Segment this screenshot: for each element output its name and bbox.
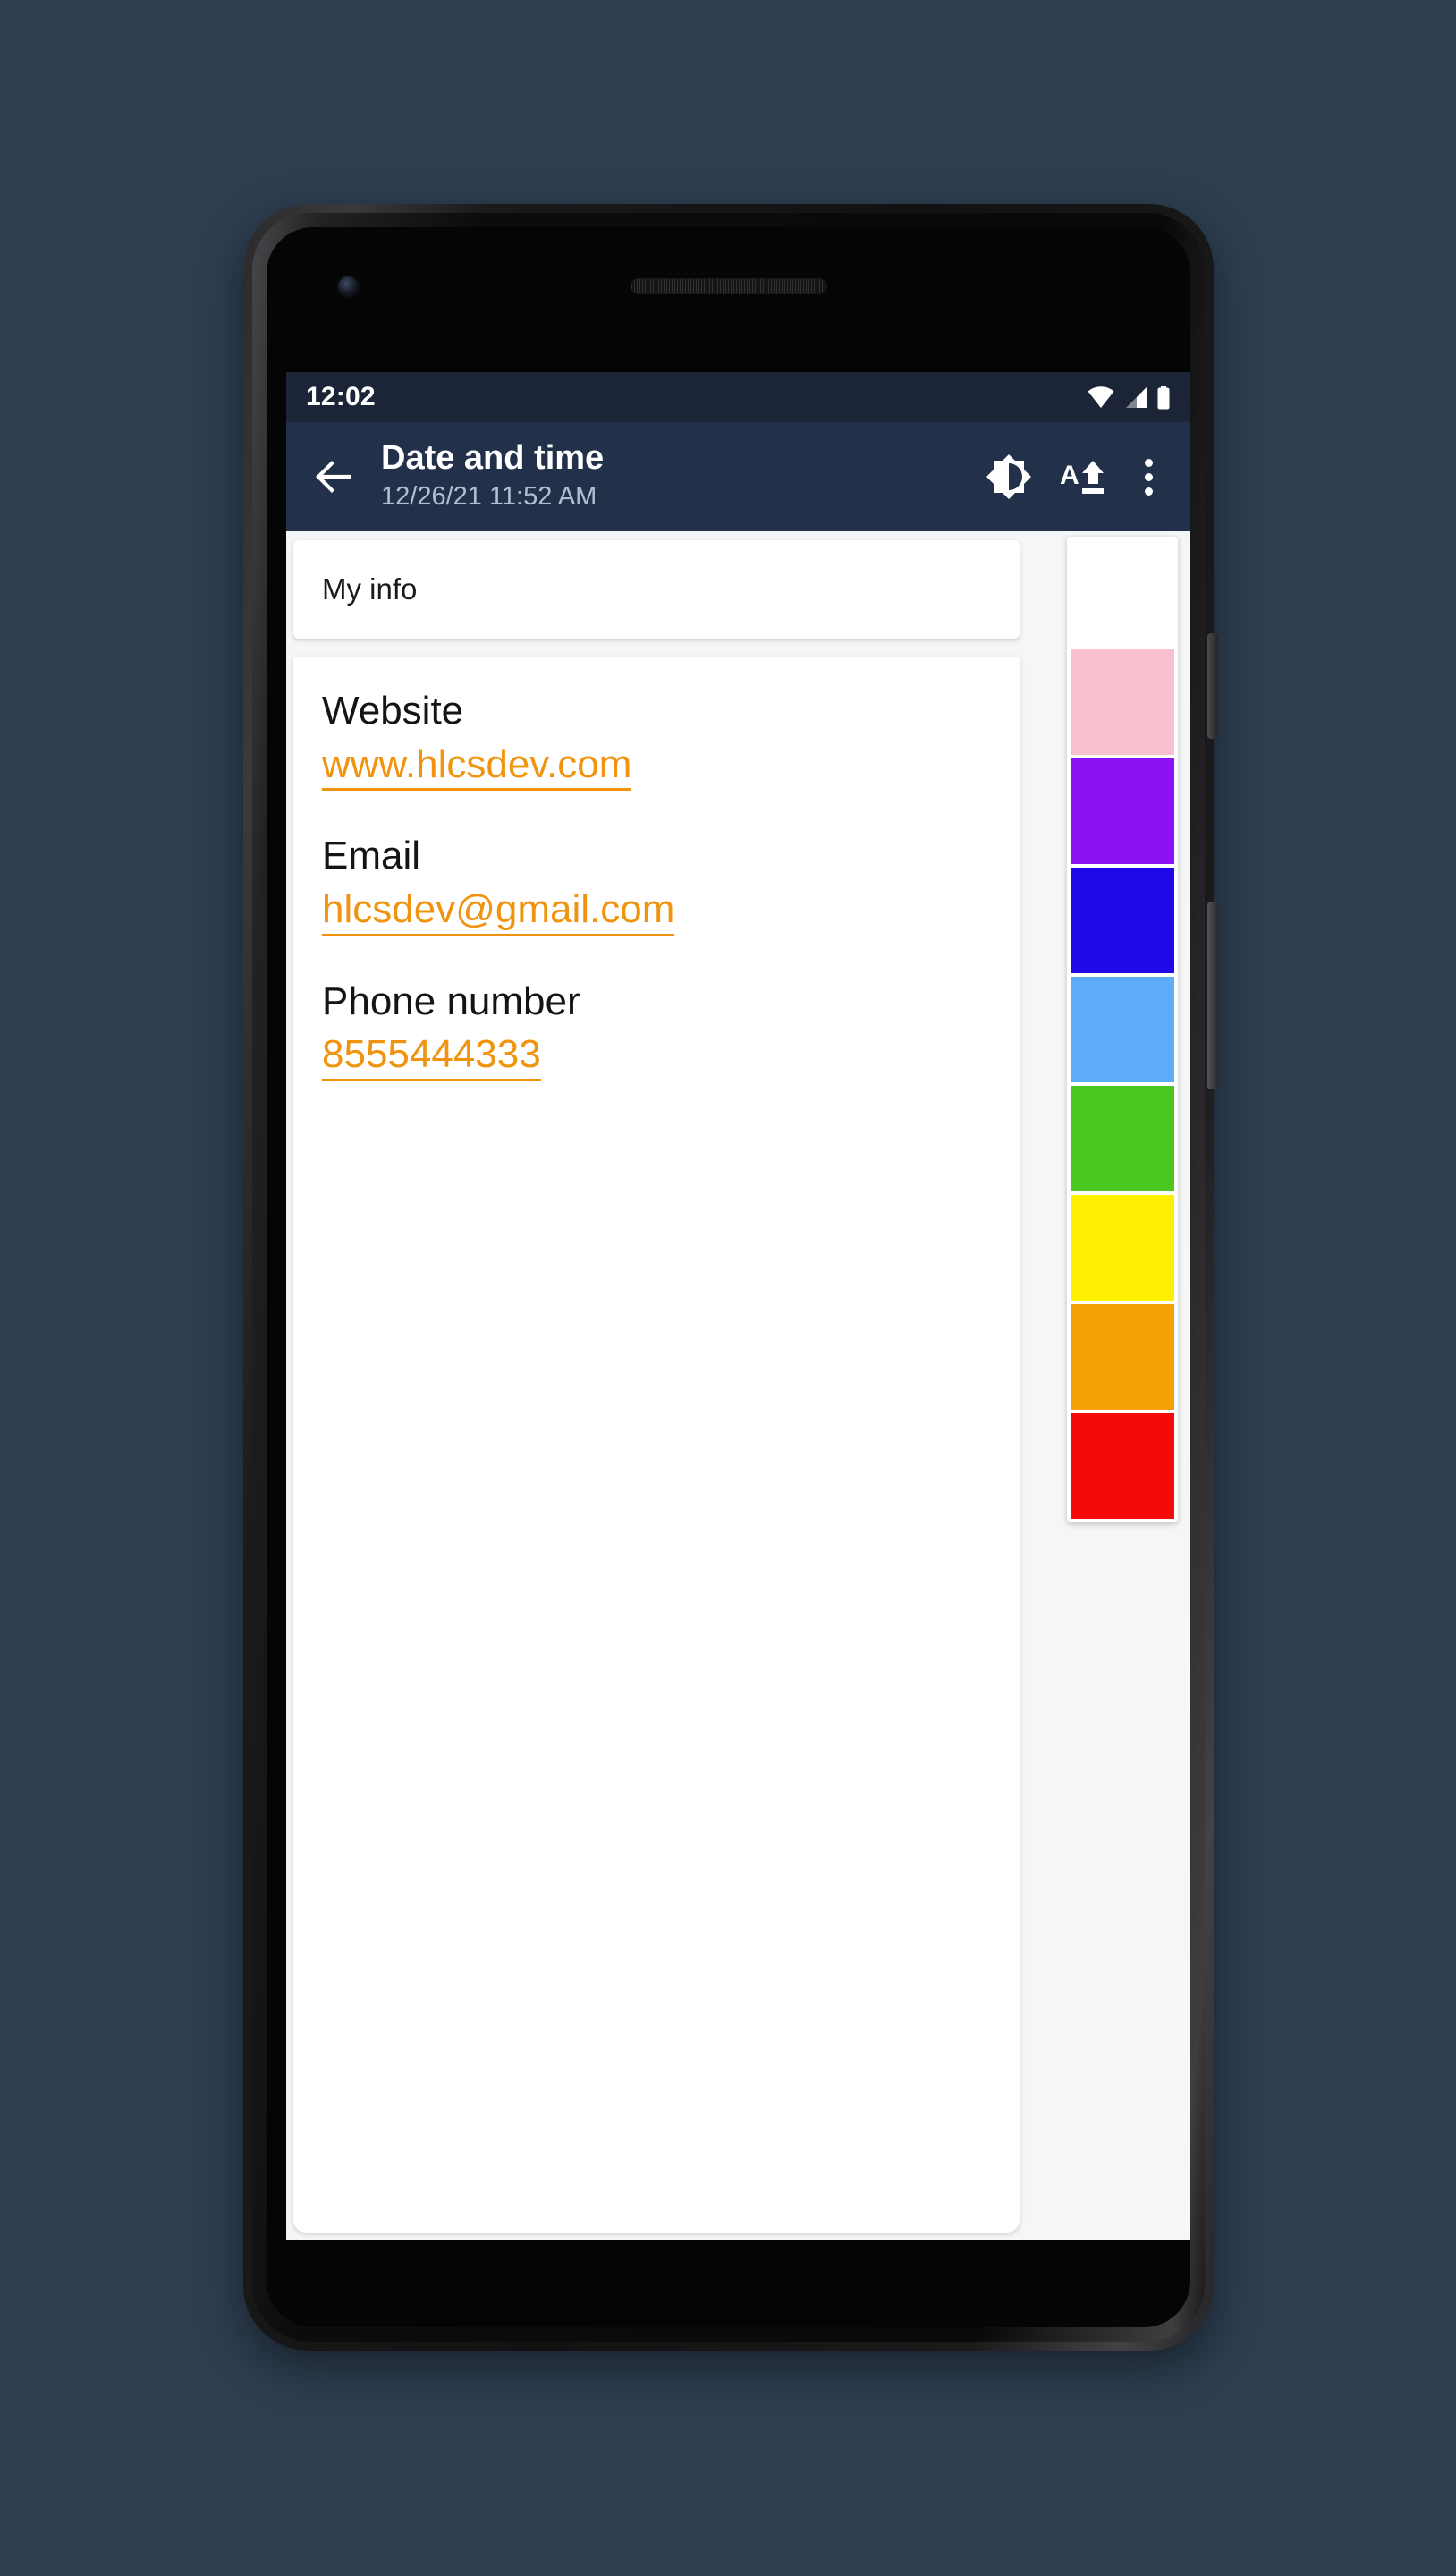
arrow-left-icon xyxy=(316,461,351,493)
power-button[interactable] xyxy=(1207,633,1218,739)
color-palette-strip xyxy=(1067,537,1178,1522)
status-bar-icons xyxy=(1087,385,1171,410)
back-button[interactable] xyxy=(302,444,368,510)
field-website: Website www.hlcsdev.com xyxy=(322,687,993,792)
brightness-contrast-icon xyxy=(986,454,1031,499)
note-content-card[interactable]: Website www.hlcsdev.com Email hlcsdev@gm… xyxy=(293,657,1020,2233)
field-email: Email hlcsdev@gmail.com xyxy=(322,832,993,936)
my-info-card[interactable]: My info xyxy=(293,540,1020,639)
link-phone-number[interactable]: 8555444333 xyxy=(322,1030,541,1082)
app-content-area: My info Website www.hlcsdev.com Email hl… xyxy=(286,531,1190,2240)
field-label-website: Website xyxy=(322,689,464,733)
status-bar: 12:02 xyxy=(286,372,1190,422)
link-email[interactable]: hlcsdev@gmail.com xyxy=(322,886,675,936)
color-swatch-green[interactable] xyxy=(1071,1086,1174,1191)
color-swatch-white[interactable] xyxy=(1071,540,1174,646)
color-swatch-purple[interactable] xyxy=(1071,758,1174,864)
field-label-email: Email xyxy=(322,834,421,878)
earpiece-speaker-icon xyxy=(630,278,827,294)
status-bar-clock: 12:02 xyxy=(306,382,376,411)
cellular-signal-icon xyxy=(1126,386,1147,408)
phone-device-mockup: 12:02 Date and time 12/26/21 11:52 AM A … xyxy=(243,204,1218,2351)
color-swatch-yellow[interactable] xyxy=(1071,1195,1174,1301)
color-swatch-light-blue[interactable] xyxy=(1071,977,1174,1082)
wifi-icon xyxy=(1088,386,1114,408)
color-swatch-blue[interactable] xyxy=(1071,868,1174,973)
link-website[interactable]: www.hlcsdev.com xyxy=(322,741,632,792)
page-subtitle-datetime: 12/26/21 11:52 AM xyxy=(381,481,597,511)
front-camera-icon xyxy=(338,276,359,297)
overflow-menu-icon xyxy=(1144,458,1153,467)
overflow-menu-icon xyxy=(1144,487,1153,496)
text-size-increase-icon: A xyxy=(1060,461,1104,494)
volume-rocker-button[interactable] xyxy=(1207,902,1218,1089)
app-bar: Date and time 12/26/21 11:52 AM A xyxy=(286,422,1190,531)
svg-text:A: A xyxy=(1060,461,1079,490)
color-swatch-red[interactable] xyxy=(1071,1413,1174,1519)
app-bar-title-group: Date and time 12/26/21 11:52 AM xyxy=(381,438,974,514)
phone-screen: 12:02 Date and time 12/26/21 11:52 AM A … xyxy=(267,227,1190,2327)
battery-icon xyxy=(1157,385,1170,409)
field-label-phone-number: Phone number xyxy=(322,979,580,1023)
increase-text-size-button[interactable]: A xyxy=(1049,442,1119,512)
overflow-menu-icon xyxy=(1144,472,1153,481)
overflow-menu-button[interactable] xyxy=(1124,442,1172,512)
page-title: Date and time xyxy=(381,438,605,477)
app-bar-actions: A xyxy=(974,442,1172,512)
color-swatch-pink[interactable] xyxy=(1071,649,1174,755)
color-swatch-orange[interactable] xyxy=(1071,1304,1174,1410)
my-info-label: My info xyxy=(322,572,418,606)
field-phone-number: Phone number 8555444333 xyxy=(322,978,993,1082)
brightness-toggle-button[interactable] xyxy=(974,442,1044,512)
app-viewport: 12:02 Date and time 12/26/21 11:52 AM A … xyxy=(286,372,1190,2240)
